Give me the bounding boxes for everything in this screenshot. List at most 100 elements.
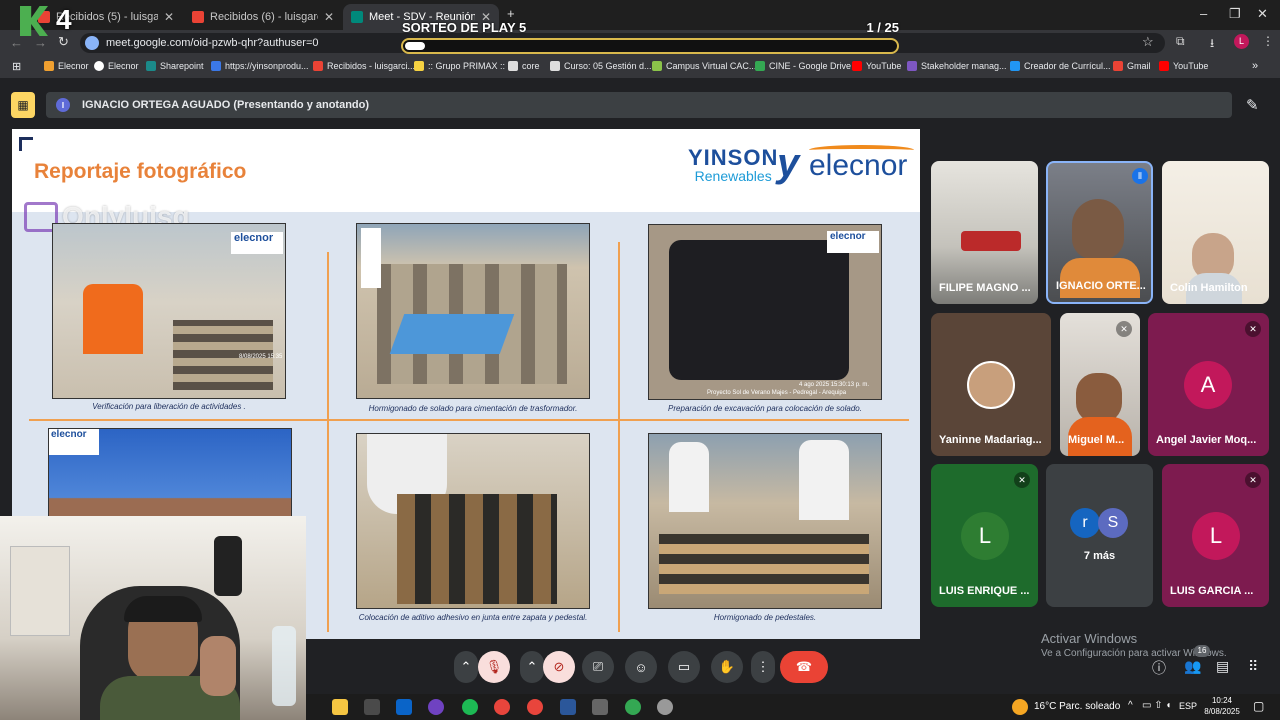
- file-explorer-icon[interactable]: [332, 699, 348, 715]
- apps-icon[interactable]: ⊞: [12, 60, 21, 73]
- spotify-icon[interactable]: [462, 699, 478, 715]
- participant-vest: [1060, 258, 1140, 298]
- more-participants-tile[interactable]: r S 7 más: [1046, 464, 1153, 607]
- tab-gmail-2[interactable]: Recibidos (6) - luisgarcia@elec ✕: [184, 4, 342, 30]
- captions-button[interactable]: ▭: [668, 651, 700, 683]
- bookmark-label: YouTube: [1173, 61, 1209, 71]
- tab-gmail-1[interactable]: Recibidos (5) - luisgarcia@elec ✕: [30, 4, 182, 30]
- tray-icons[interactable]: ▭ ⇧ ◖: [1142, 700, 1171, 711]
- site-photo-6: [648, 433, 882, 609]
- overlay-number: 4: [56, 4, 72, 35]
- bookmark-item[interactable]: Elecnor: [94, 61, 139, 71]
- sharepoint-icon: [146, 61, 156, 71]
- stop-presenting-icon[interactable]: ▦: [11, 92, 35, 118]
- chat-icon[interactable]: ▤: [1216, 658, 1229, 675]
- photo-caption: Hormigonado de solado para cimentación d…: [368, 404, 578, 413]
- close-window-icon[interactable]: ✕: [1257, 6, 1268, 22]
- close-icon[interactable]: ✕: [164, 10, 174, 24]
- restore-icon[interactable]: ❐: [1229, 6, 1241, 22]
- store-icon[interactable]: [364, 699, 380, 715]
- extensions-icon[interactable]: ⧉: [1176, 34, 1185, 49]
- participant-name: Miguel M...: [1068, 434, 1125, 446]
- bookmark-item[interactable]: YouTube: [852, 61, 901, 71]
- back-icon[interactable]: ←: [10, 35, 23, 50]
- menu-icon[interactable]: ⋮: [1262, 34, 1274, 48]
- bookmark-star-icon[interactable]: ☆: [1142, 34, 1154, 50]
- participant-tile[interactable]: A ✕ Angel Javier Moq...: [1148, 313, 1269, 456]
- bookmark-icon: [94, 61, 104, 71]
- tray-chevron-icon[interactable]: ^: [1128, 700, 1133, 711]
- presenter-avatar: I: [56, 98, 70, 112]
- corner-mark: [19, 137, 33, 151]
- more-bookmarks-icon[interactable]: »: [1252, 60, 1258, 72]
- bookmark-item[interactable]: Campus Virtual CAC...: [652, 61, 756, 71]
- weather-icon: [1012, 699, 1028, 715]
- more-options-button[interactable]: ⋮: [751, 651, 775, 683]
- chrome-icon[interactable]: [625, 699, 641, 715]
- forward-icon[interactable]: →: [34, 35, 47, 50]
- site-info-icon[interactable]: [85, 36, 99, 50]
- participant-tile[interactable]: Yaninne Madariag...: [931, 313, 1051, 456]
- chrome-icon[interactable]: [494, 699, 510, 715]
- yinson-logo: YINSON Renewables: [688, 145, 778, 184]
- bookmark-item[interactable]: Stakeholder manag...: [907, 61, 1007, 71]
- minimize-icon[interactable]: –: [1200, 6, 1207, 21]
- photo-timestamp: 8/08/2025 15:35: [239, 354, 283, 360]
- bookmark-item[interactable]: CINE - Google Drive: [755, 61, 851, 71]
- weather-text[interactable]: 16°C Parc. soleado: [1034, 701, 1120, 712]
- language-indicator[interactable]: ESP: [1179, 701, 1197, 711]
- bookmark-item[interactable]: Elecnor: [44, 61, 89, 71]
- photo-timestamp: 4 ago 2025 15:30:13 p. m.: [799, 382, 870, 388]
- app-icon[interactable]: [428, 699, 444, 715]
- present-button[interactable]: ⎚: [582, 651, 614, 683]
- clock-date: 8/08/2025: [1204, 707, 1240, 716]
- bookmark-item[interactable]: YouTube: [1159, 61, 1208, 71]
- bookmark-label: https://yinsonprodu...: [225, 61, 309, 71]
- participant-tile[interactable]: L ✕ LUIS ENRIQUE ...: [931, 464, 1038, 607]
- participant-name: IGNACIO ORTE...: [1056, 280, 1146, 292]
- bookmark-item[interactable]: Curso: 05 Gestión d...: [550, 61, 652, 71]
- giveaway-count: 1 / 25: [866, 20, 899, 35]
- site-photo-4: elecnor: [48, 428, 292, 528]
- raise-hand-button[interactable]: ✋: [711, 651, 743, 683]
- chrome-icon[interactable]: [527, 699, 543, 715]
- activities-icon[interactable]: ⠿: [1248, 658, 1258, 675]
- annotate-pen-icon[interactable]: ✎: [1246, 96, 1259, 114]
- reactions-button[interactable]: ☺: [625, 651, 657, 683]
- worker-vest: [83, 284, 143, 354]
- notifications-icon[interactable]: ▢: [1253, 699, 1264, 713]
- participant-tile[interactable]: ✕ Miguel M...: [1060, 313, 1140, 456]
- outlook-icon[interactable]: [396, 699, 412, 715]
- bookmark-item[interactable]: core: [508, 61, 540, 71]
- presenter-label: IGNACIO ORTEGA AGUADO (Presentando y ano…: [82, 99, 370, 111]
- participant-tile[interactable]: L ✕ LUIS GARCIA ...: [1162, 464, 1269, 607]
- bookmark-item[interactable]: https://yinsonprodu...: [211, 61, 309, 71]
- audio-options-button[interactable]: ⌃: [454, 651, 478, 683]
- bookmark-item[interactable]: Gmail: [1113, 61, 1151, 71]
- clock[interactable]: 10:24 8/08/2025: [1200, 695, 1244, 717]
- leave-call-button[interactable]: ☎: [780, 651, 828, 683]
- profile-avatar[interactable]: L: [1234, 34, 1249, 49]
- close-icon[interactable]: ✕: [324, 10, 334, 24]
- info-icon[interactable]: ⓘ: [1152, 658, 1166, 678]
- download-icon[interactable]: ⭳: [1210, 34, 1214, 55]
- reload-icon[interactable]: ↻: [58, 34, 69, 50]
- app-icon[interactable]: [657, 699, 673, 715]
- bookmark-item[interactable]: Creador de Currícul...: [1010, 61, 1111, 71]
- app-icon[interactable]: [592, 699, 608, 715]
- bookmark-item[interactable]: :: Grupo PRIMAX ::: [414, 61, 505, 71]
- mic-toggle-button[interactable]: 🎙: [478, 651, 510, 683]
- video-options-button[interactable]: ⌃: [520, 651, 544, 683]
- participant-tile-speaking[interactable]: ⦀ IGNACIO ORTE...: [1046, 161, 1153, 304]
- bookmark-item[interactable]: Sharepoint: [146, 61, 204, 71]
- people-icon[interactable]: 👥: [1184, 658, 1201, 675]
- new-tab-icon[interactable]: +: [507, 6, 515, 21]
- participant-tile[interactable]: FILIPE MAGNO ...: [931, 161, 1038, 304]
- bookmark-item[interactable]: Recibidos - luisgarci...: [313, 61, 415, 71]
- participant-name: FILIPE MAGNO ...: [939, 282, 1031, 294]
- word-icon[interactable]: [560, 699, 576, 715]
- participant-face: [1072, 199, 1124, 259]
- participant-tile[interactable]: Colin Hamilton: [1162, 161, 1269, 304]
- camera-toggle-button[interactable]: ⊘: [543, 651, 575, 683]
- photo-caption: Verificación para liberación de activida…: [92, 402, 246, 411]
